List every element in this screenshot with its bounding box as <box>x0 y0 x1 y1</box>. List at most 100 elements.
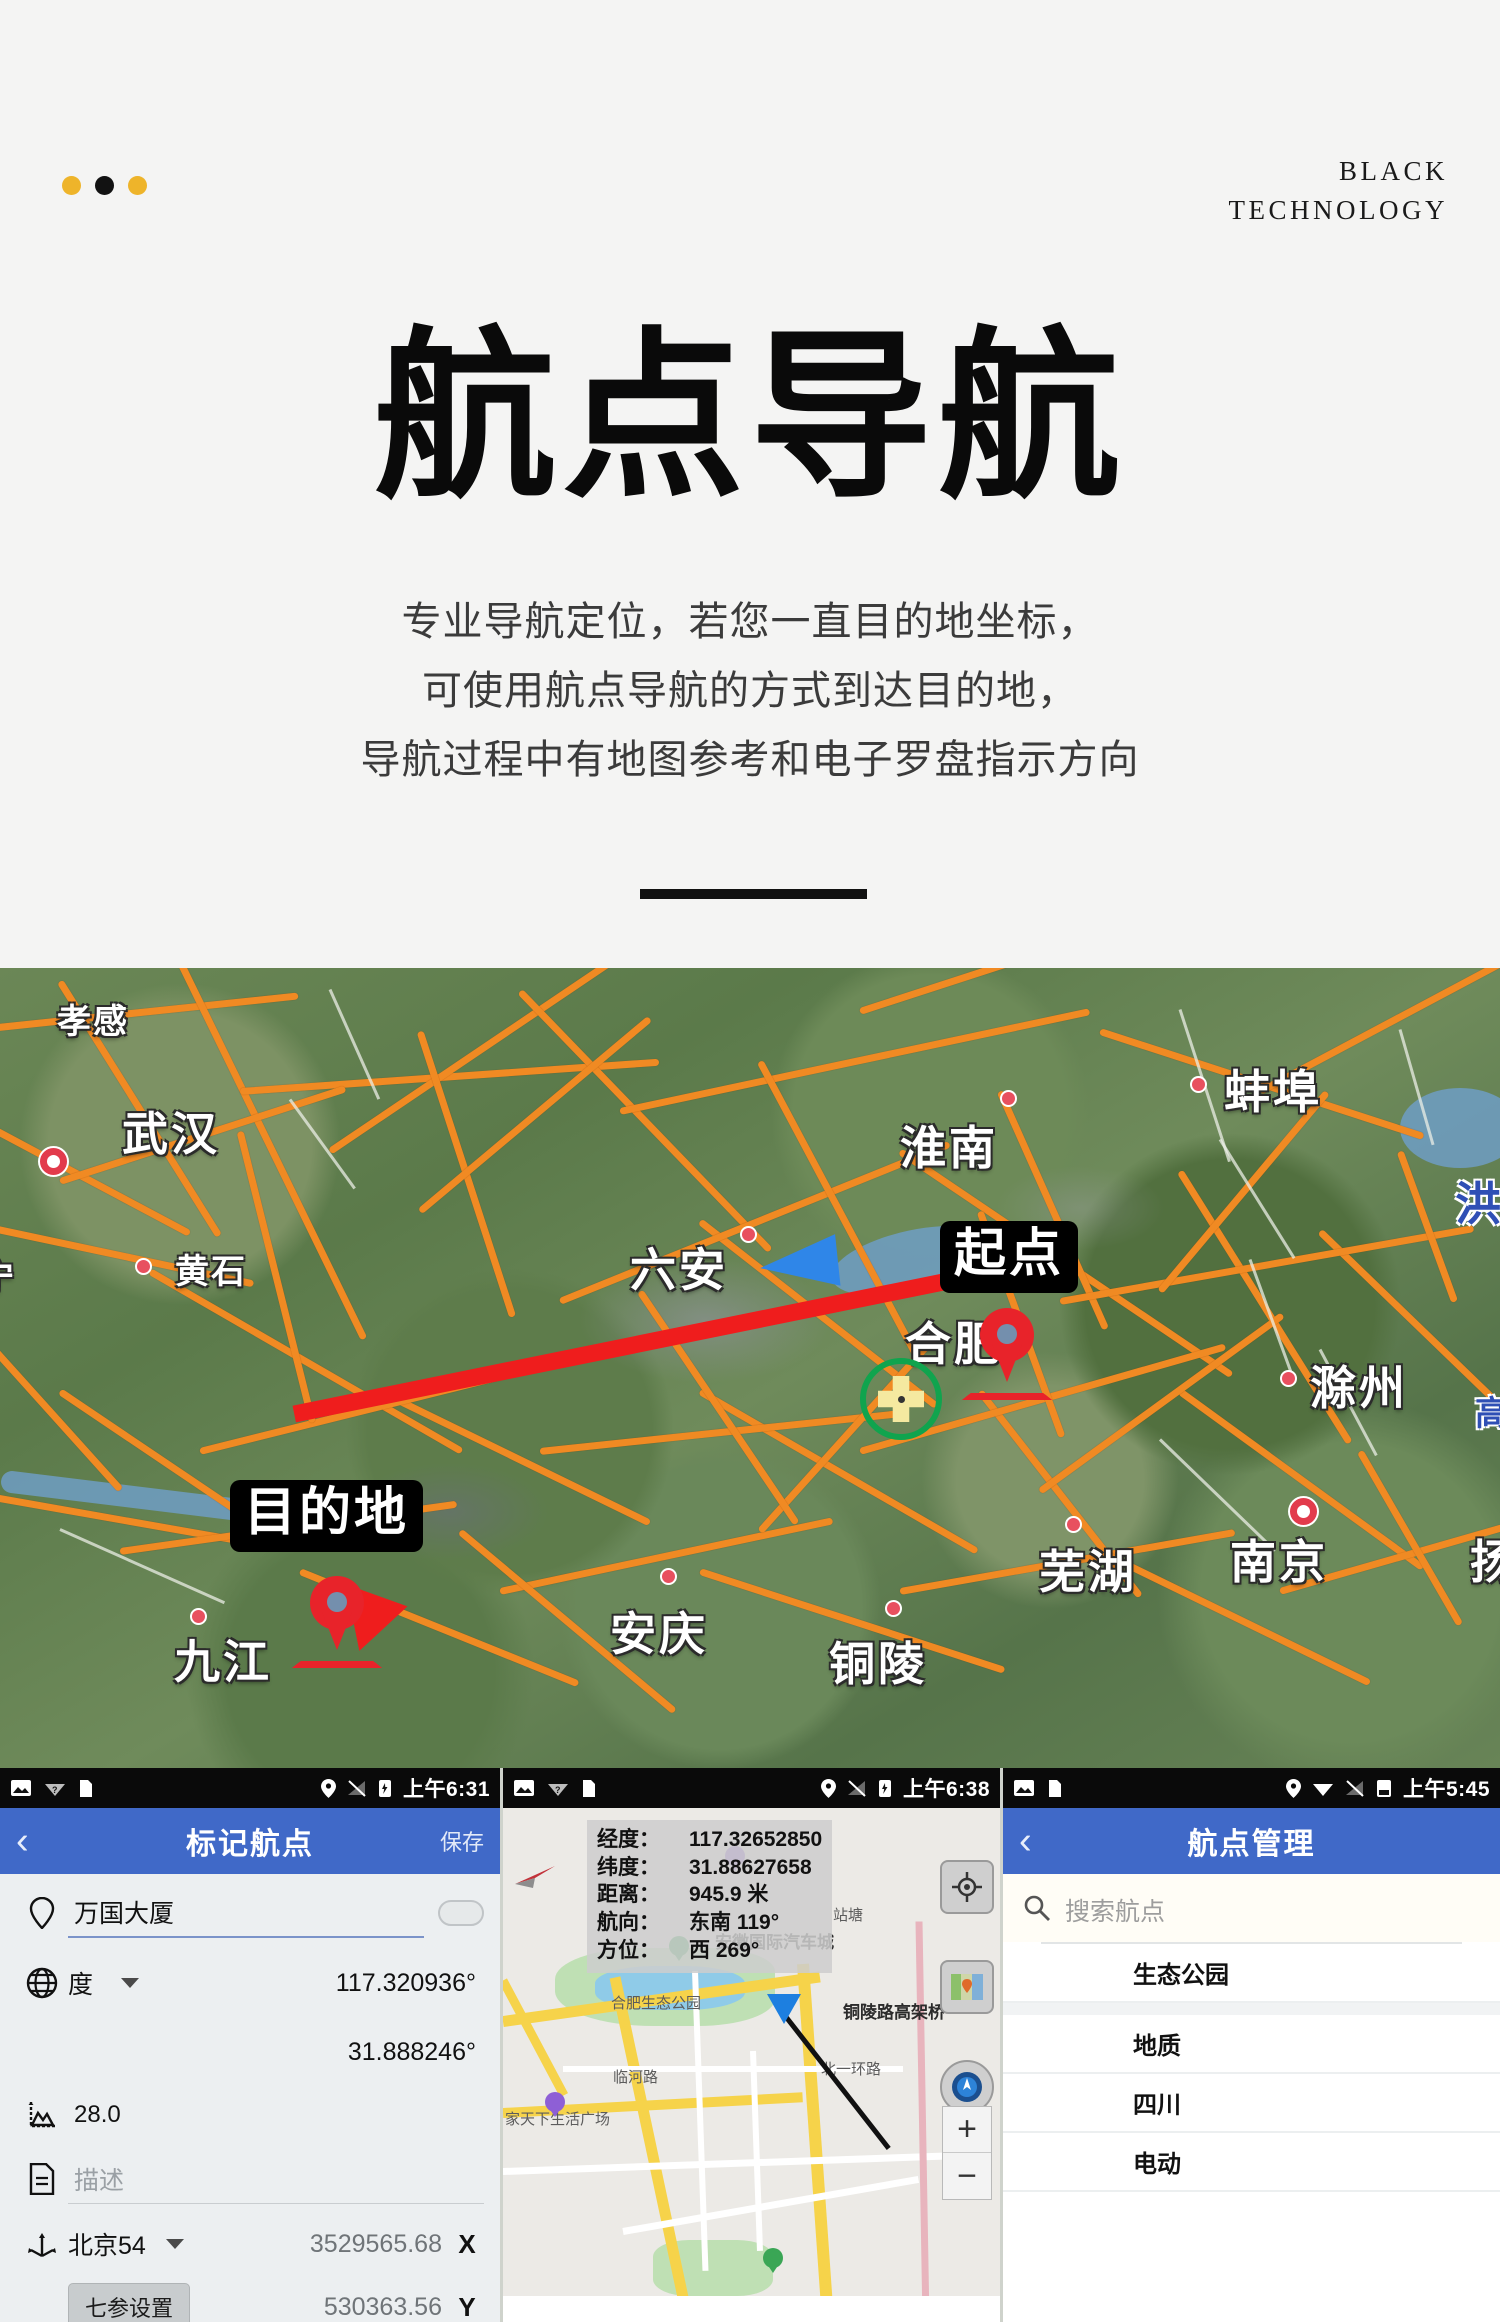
altitude-value[interactable]: 28.0 <box>68 2101 484 2129</box>
svg-text:?: ? <box>52 1785 58 1795</box>
description-input[interactable]: 描述 <box>68 2155 484 2204</box>
chevron-down-icon <box>121 1978 140 1988</box>
city-label: 黄石 <box>175 1253 247 1291</box>
waypoint-list[interactable]: 生态公园地质 四川 电动 <box>1003 1944 1500 2192</box>
carousel-dot-2[interactable] <box>95 176 114 195</box>
map-place-label: 铜陵路高架桥 <box>843 2003 945 2022</box>
poi-shop-marker <box>545 2092 565 2118</box>
form-row-description[interactable]: 描述 <box>0 2146 500 2212</box>
x-axis-label: X <box>458 2228 476 2259</box>
brand-line-2: TECHNOLOGY <box>1228 195 1448 226</box>
longitude-value[interactable]: 117.320936° <box>139 1969 484 1998</box>
gallery-icon-2 <box>513 1779 535 1797</box>
svg-text:?: ? <box>555 1785 561 1795</box>
info-value: 西 269° <box>689 1938 760 1962</box>
satellite-map[interactable]: 孝感武汉黄石宁六安淮南蚌埠洪泽合肥滁州南京扬高芜湖安庆铜陵九江 起点 目的地 <box>0 968 1500 1768</box>
form-row-sevenparam-y[interactable]: 七参设置 530363.56 Y <box>0 2276 500 2322</box>
status-time-3: 上午5:45 <box>1402 1778 1490 1801</box>
form-row-name[interactable]: 万国大厦 <box>0 1880 500 1946</box>
list-item[interactable]: 生态公园 <box>1003 1944 1500 2003</box>
city-label: 洪泽 <box>1455 1178 1500 1230</box>
waypoint-name-input[interactable]: 万国大厦 <box>68 1888 424 1938</box>
list-item[interactable]: 地质 <box>1003 2015 1500 2074</box>
search-input[interactable]: 搜索航点 <box>1065 1892 1165 1928</box>
status-bar-3: 上午5:45 <box>1003 1768 1500 1808</box>
wifi-icon: ? <box>44 1779 66 1797</box>
info-key: 经度： <box>597 1828 660 1851</box>
location-icon-3 <box>1285 1778 1301 1798</box>
app-bar-title-1: 标记航点 <box>186 1828 314 1861</box>
info-value: 945.9 米 <box>689 1883 769 1907</box>
start-label-tag: 起点 <box>940 1221 1079 1294</box>
navigation-map-canvas[interactable]: 经度： 117.32652850 纬度： 31.88627658 距离： 945.9 米航… <box>503 1808 1000 2296</box>
info-key: 距离： <box>597 1883 660 1907</box>
list-item[interactable]: 电动 <box>1003 2133 1500 2192</box>
carousel-dots[interactable] <box>62 176 147 195</box>
y-coordinate-value[interactable]: 530363.56 <box>190 2293 450 2322</box>
phone-screenshot-waypoint-manager[interactable]: 上午5:45 ‹ 航点管理 搜索航点 生态公园 地质 四川 电动 <box>1000 1768 1500 2322</box>
brand-line-1: BLACK <box>1338 156 1448 186</box>
info-row: 距离： 945.9 米 <box>597 1881 822 1909</box>
zoom-out-button[interactable]: − <box>943 2153 991 2199</box>
compass-icon[interactable] <box>513 1864 557 1895</box>
navigation-route-line <box>779 2008 891 2150</box>
seven-param-button[interactable]: 七参设置 <box>68 2283 191 2322</box>
x-coordinate-value[interactable]: 3529565.68 <box>184 2230 450 2259</box>
gallery-icon <box>10 1779 32 1797</box>
phone-screenshot-mark-waypoint[interactable]: ? 上午6:31 ‹ 标记航点 保存 万国大厦 度 117.320936° 31… <box>0 1768 500 2322</box>
hero-section: BLACK TECHNOLOGY 航点导航 专业导航定位，若您一直目的地坐标， … <box>0 0 1500 968</box>
road-white-3 <box>750 2050 763 2251</box>
carousel-dot-1[interactable] <box>62 176 81 195</box>
form-row-datum-x[interactable]: 北京54 3529565.68 X <box>0 2212 500 2276</box>
road-white-1 <box>503 2151 983 2175</box>
waypoint-search-bar[interactable]: 搜索航点 <box>1003 1874 1500 1942</box>
city-label: 淮南 <box>900 1122 998 1174</box>
latitude-value[interactable]: 31.888246° <box>68 2038 484 2067</box>
location-icon-2 <box>820 1778 836 1798</box>
info-row: 方位： 西 269° <box>597 1937 822 1965</box>
city-label: 安庆 <box>610 1608 708 1660</box>
signal-off-icon-2 <box>847 1779 867 1797</box>
city-dot <box>40 1148 67 1175</box>
zoom-in-button[interactable]: + <box>943 2107 991 2153</box>
info-value: 31.88627658 <box>689 1855 812 1879</box>
form-row-altitude[interactable]: 28.0 <box>0 2084 500 2146</box>
phone-screenshot-row: ? 上午6:31 ‹ 标记航点 保存 万国大厦 度 117.320936° 31… <box>0 1768 1500 2322</box>
landmark-ring-icon <box>860 1358 942 1440</box>
city-label: 铜陵 <box>829 1638 927 1690</box>
city-dot <box>740 1226 757 1243</box>
destination-pin-icon <box>292 1576 382 1668</box>
phone-screenshot-navigation-map[interactable]: ? 上午6:38 经度： 117.32652850 纬度： 31.8862765… <box>500 1768 1000 2322</box>
axes-3d-icon <box>16 2229 68 2259</box>
navigation-info-panel: 经度： 117.32652850 纬度： 31.88627658 距离： 945.9 米航… <box>587 1820 833 1973</box>
battery-icon <box>378 1779 392 1798</box>
map-layers-button[interactable] <box>940 1960 994 2014</box>
carousel-dot-3[interactable] <box>128 176 147 195</box>
altitude-chart-icon <box>16 2100 68 2130</box>
brand-wordmark: BLACK TECHNOLOGY <box>1229 152 1448 230</box>
city-label: 九江 <box>174 1636 272 1688</box>
form-row-latitude[interactable]: 31.888246° <box>0 2020 500 2084</box>
gps-locate-button[interactable] <box>940 1860 994 1914</box>
coordinate-unit-select[interactable]: 度 <box>68 1965 140 2001</box>
save-button[interactable]: 保存 <box>440 1825 484 1857</box>
hero-subtitle-line-3: 导航过程中有地图参考和电子罗盘指示方向 <box>360 737 1140 782</box>
map-zoom-controls[interactable]: + − <box>942 2106 992 2200</box>
city-dot <box>885 1600 902 1617</box>
info-row: 航向： 东南 119° <box>597 1909 822 1937</box>
hero-subtitle-line-2: 可使用航点导航的方式到达目的地， <box>422 668 1078 713</box>
wifi-icon-3 <box>1312 1779 1334 1797</box>
section-divider <box>640 889 867 899</box>
form-row-longitude[interactable]: 度 117.320936° <box>0 1946 500 2020</box>
city-dot <box>135 1258 152 1275</box>
name-clear-toggle[interactable] <box>438 1900 484 1926</box>
gallery-icon-3 <box>1013 1779 1035 1797</box>
list-item[interactable]: 四川 <box>1003 2074 1500 2133</box>
info-key: 方位： <box>597 1938 660 1962</box>
signal-off-icon-3 <box>1345 1779 1365 1797</box>
map-place-label: 站塘 <box>833 1907 864 1924</box>
location-icon <box>320 1778 336 1798</box>
info-row: 经度： 117.32652850 <box>597 1826 822 1854</box>
datum-select[interactable]: 北京54 <box>68 2226 184 2262</box>
info-value: 117.32652850 <box>689 1828 823 1851</box>
